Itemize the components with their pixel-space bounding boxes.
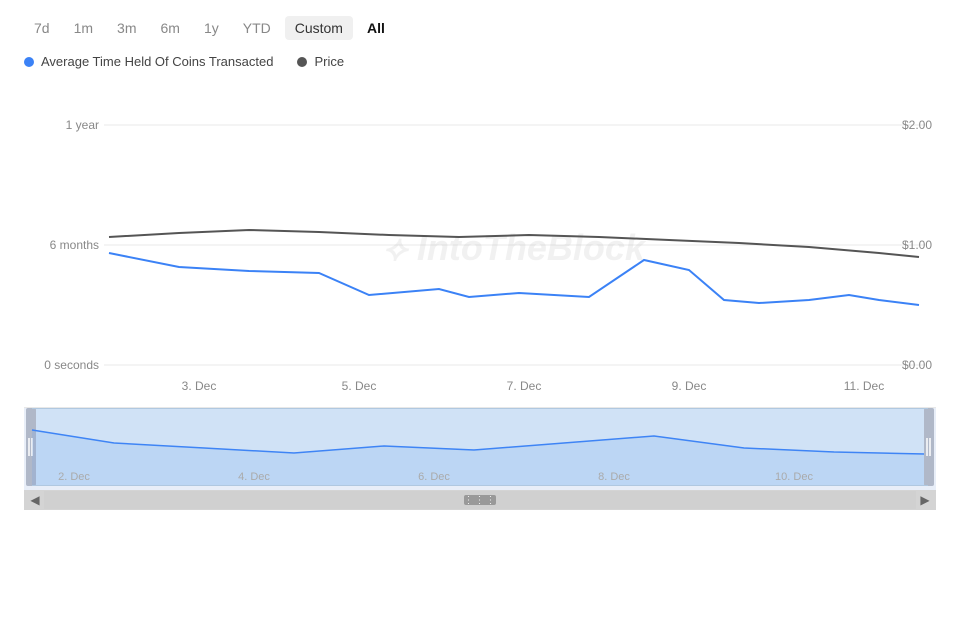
svg-text:9. Dec: 9. Dec: [672, 379, 707, 393]
scroll-track[interactable]: ⋮⋮⋮: [44, 491, 916, 509]
scroll-left-arrow[interactable]: ◀: [26, 491, 44, 509]
main-chart: 1 year 6 months 0 seconds $2.00 $1.00 $0…: [24, 85, 936, 405]
svg-text:2. Dec: 2. Dec: [58, 471, 90, 483]
legend-item-price: Price: [297, 54, 344, 69]
legend-dot-blue: [24, 57, 34, 67]
svg-text:6 months: 6 months: [50, 238, 99, 252]
svg-text:⟡ IntoTheBlock: ⟡ IntoTheBlock: [383, 227, 647, 268]
svg-text:11. Dec: 11. Dec: [844, 379, 884, 393]
scroll-thumb[interactable]: ⋮⋮⋮: [464, 495, 496, 505]
btn-custom[interactable]: Custom: [285, 16, 353, 40]
legend-item-avg-time: Average Time Held Of Coins Transacted: [24, 54, 273, 69]
svg-text:1 year: 1 year: [66, 118, 99, 132]
svg-text:5. Dec: 5. Dec: [342, 379, 377, 393]
time-range-selector: 7d 1m 3m 6m 1y YTD Custom All: [24, 16, 936, 40]
svg-text:6. Dec: 6. Dec: [418, 471, 450, 483]
svg-text:$1.00: $1.00: [902, 238, 932, 252]
svg-text:3. Dec: 3. Dec: [182, 379, 217, 393]
svg-text:7. Dec: 7. Dec: [507, 379, 542, 393]
legend-label-avg: Average Time Held Of Coins Transacted: [41, 54, 273, 69]
btn-ytd[interactable]: YTD: [233, 16, 281, 40]
svg-text:$2.00: $2.00: [902, 118, 932, 132]
navigator-section: 2. Dec 4. Dec 6. Dec 8. Dec 10. Dec ◀ ⋮⋮…: [24, 407, 936, 517]
legend-label-price: Price: [314, 54, 344, 69]
scroll-right-arrow[interactable]: ▶: [916, 491, 934, 509]
chart-legend: Average Time Held Of Coins Transacted Pr…: [24, 54, 936, 69]
main-container: 7d 1m 3m 6m 1y YTD Custom All Average Ti…: [0, 0, 960, 640]
svg-text:10. Dec: 10. Dec: [775, 471, 813, 483]
svg-text:8. Dec: 8. Dec: [598, 471, 630, 483]
btn-3m[interactable]: 3m: [107, 16, 146, 40]
svg-text:0 seconds: 0 seconds: [44, 358, 99, 372]
chart-svg: 1 year 6 months 0 seconds $2.00 $1.00 $0…: [24, 85, 936, 405]
scrollbar[interactable]: ◀ ⋮⋮⋮ ▶: [24, 490, 936, 510]
svg-text:4. Dec: 4. Dec: [238, 471, 270, 483]
btn-1y[interactable]: 1y: [194, 16, 229, 40]
legend-dot-dark: [297, 57, 307, 67]
svg-text:$0.00: $0.00: [902, 358, 932, 372]
btn-6m[interactable]: 6m: [150, 16, 189, 40]
btn-all[interactable]: All: [357, 16, 395, 40]
navigator-svg: 2. Dec 4. Dec 6. Dec 8. Dec 10. Dec: [24, 408, 936, 490]
btn-7d[interactable]: 7d: [24, 16, 60, 40]
btn-1m[interactable]: 1m: [64, 16, 103, 40]
